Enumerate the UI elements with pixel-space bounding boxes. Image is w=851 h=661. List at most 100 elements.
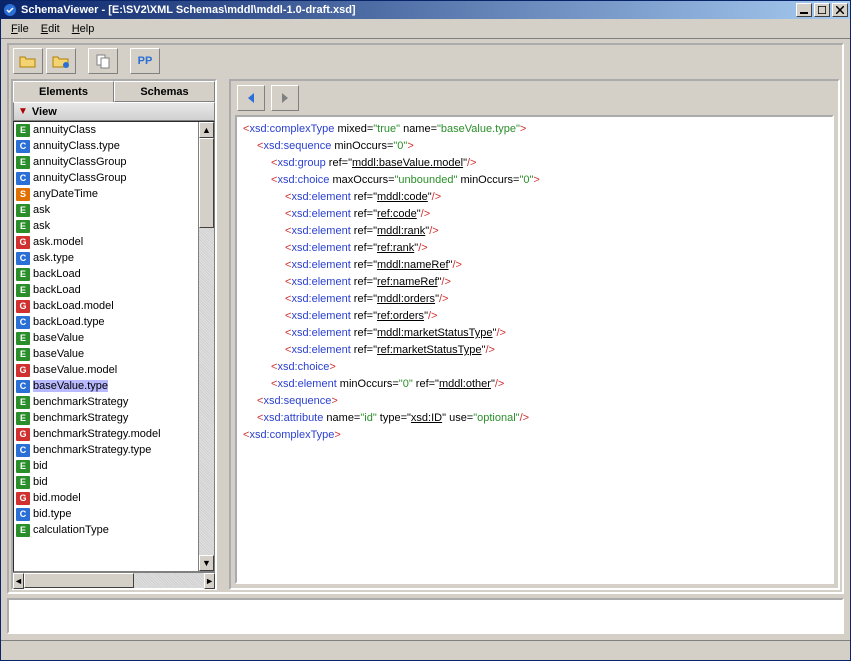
list-item[interactable]: Ebid <box>14 474 198 490</box>
list-item-label: backLoad <box>33 284 81 296</box>
code-line: <xsd:element ref="mddl:orders"/> <box>243 291 826 308</box>
scroll-down-button[interactable]: ▼ <box>199 555 214 571</box>
list-item-label: benchmarkStrategy.model <box>33 428 161 440</box>
right-pane: <xsd:complexType mixed="true" name="base… <box>229 79 840 590</box>
nav-forward-button[interactable] <box>271 85 299 111</box>
type-badge-icon: E <box>16 396 30 409</box>
code-line: <xsd:sequence minOccurs="0"> <box>243 138 826 155</box>
type-badge-icon: C <box>16 316 30 329</box>
list-item[interactable]: Cask.type <box>14 250 198 266</box>
type-badge-icon: S <box>16 188 30 201</box>
list-item-label: bid <box>33 460 48 472</box>
list-item[interactable]: EbaseValue <box>14 330 198 346</box>
splitter[interactable] <box>221 79 225 590</box>
vertical-scrollbar[interactable]: ▲ ▼ <box>198 122 214 571</box>
type-badge-icon: E <box>16 332 30 345</box>
open-schema-button[interactable] <box>46 48 76 74</box>
list-item[interactable]: Cbid.type <box>14 506 198 522</box>
code-pane[interactable]: <xsd:complexType mixed="true" name="base… <box>235 115 834 584</box>
list-item[interactable]: CannuityClass.type <box>14 138 198 154</box>
type-badge-icon: E <box>16 476 30 489</box>
nav-back-button[interactable] <box>237 85 265 111</box>
list-item-label: benchmarkStrategy.type <box>33 444 151 456</box>
tab-schemas[interactable]: Schemas <box>114 81 215 102</box>
type-badge-icon: C <box>16 140 30 153</box>
code-line: <xsd:element ref="mddl:marketStatusType"… <box>243 325 826 342</box>
menu-file[interactable]: File <box>5 21 35 36</box>
list-item[interactable]: Gask.model <box>14 234 198 250</box>
code-line: <xsd:group ref="mddl:baseValue.model"/> <box>243 155 826 172</box>
menu-edit[interactable]: Edit <box>35 21 66 36</box>
type-badge-icon: G <box>16 364 30 377</box>
type-badge-icon: E <box>16 460 30 473</box>
list-item[interactable]: CbackLoad.type <box>14 314 198 330</box>
type-badge-icon: E <box>16 204 30 217</box>
type-badge-icon: C <box>16 380 30 393</box>
list-item[interactable]: Ebid <box>14 458 198 474</box>
type-badge-icon: C <box>16 172 30 185</box>
horizontal-scrollbar[interactable]: ◄ ► <box>13 572 215 588</box>
list-item-label: anyDateTime <box>33 188 98 200</box>
list-item[interactable]: EannuityClass <box>14 122 198 138</box>
code-line: <xsd:element ref="ref:orders"/> <box>243 308 826 325</box>
list-item[interactable]: CbaseValue.type <box>14 378 198 394</box>
hscroll-track[interactable] <box>24 573 204 588</box>
list-item[interactable]: Gbid.model <box>14 490 198 506</box>
list-item-label: bid <box>33 476 48 488</box>
code-line: <xsd:choice> <box>243 359 826 376</box>
list-item[interactable]: SanyDateTime <box>14 186 198 202</box>
triangle-down-icon: ▼ <box>18 106 28 117</box>
list-item[interactable]: EbackLoad <box>14 282 198 298</box>
list-item[interactable]: GbenchmarkStrategy.model <box>14 426 198 442</box>
list-item[interactable]: Eask <box>14 218 198 234</box>
main-pane: Elements Schemas ▼ View EannuityClassCan… <box>9 77 842 592</box>
list-item[interactable]: GbaseValue.model <box>14 362 198 378</box>
app-window: SchemaViewer - [E:\SV2\XML Schemas\mddl\… <box>0 0 851 661</box>
list-item[interactable]: EbaseValue <box>14 346 198 362</box>
list-item[interactable]: EbenchmarkStrategy <box>14 410 198 426</box>
tab-elements[interactable]: Elements <box>13 81 114 102</box>
list-item-label: annuityClassGroup <box>33 172 127 184</box>
list-item[interactable]: EcalculationType <box>14 522 198 538</box>
type-badge-icon: C <box>16 252 30 265</box>
menubar: File Edit Help <box>1 19 850 39</box>
list-item[interactable]: CannuityClassGroup <box>14 170 198 186</box>
toolbar: PP <box>9 45 842 77</box>
view-label: View <box>32 106 57 118</box>
scroll-track[interactable] <box>199 138 214 555</box>
scroll-thumb[interactable] <box>199 138 214 228</box>
maximize-button[interactable] <box>814 3 830 17</box>
code-line: <xsd:element ref="mddl:code"/> <box>243 189 826 206</box>
code-line: <xsd:attribute name="id" type="xsd:ID" u… <box>243 410 826 427</box>
window-buttons <box>796 3 848 17</box>
view-header[interactable]: ▼ View <box>13 102 215 121</box>
left-pane: Elements Schemas ▼ View EannuityClassCan… <box>11 79 217 590</box>
pp-button[interactable]: PP <box>130 48 160 74</box>
list-item-label: benchmarkStrategy <box>33 412 128 424</box>
menu-help[interactable]: Help <box>66 21 101 36</box>
list-item[interactable]: GbackLoad.model <box>14 298 198 314</box>
scroll-left-button[interactable]: ◄ <box>13 573 24 589</box>
element-list-wrap: EannuityClassCannuityClass.typeEannuityC… <box>13 121 215 572</box>
list-item[interactable]: CbenchmarkStrategy.type <box>14 442 198 458</box>
list-item-label: baseValue.type <box>33 380 108 392</box>
scroll-right-button[interactable]: ► <box>204 573 215 589</box>
type-badge-icon: E <box>16 220 30 233</box>
copy-button[interactable] <box>88 48 118 74</box>
list-item[interactable]: EannuityClassGroup <box>14 154 198 170</box>
open-button[interactable] <box>13 48 43 74</box>
code-line: <xsd:choice maxOccurs="unbounded" minOcc… <box>243 172 826 189</box>
main-inset: PP Elements Schemas ▼ View EannuityClass… <box>7 43 844 594</box>
list-item[interactable]: Eask <box>14 202 198 218</box>
minimize-button[interactable] <box>796 3 812 17</box>
list-item-label: ask <box>33 204 50 216</box>
hscroll-thumb[interactable] <box>24 573 134 588</box>
list-item[interactable]: EbenchmarkStrategy <box>14 394 198 410</box>
type-badge-icon: E <box>16 348 30 361</box>
code-line: <xsd:element minOccurs="0" ref="mddl:oth… <box>243 376 826 393</box>
element-list[interactable]: EannuityClassCannuityClass.typeEannuityC… <box>14 122 198 571</box>
scroll-up-button[interactable]: ▲ <box>199 122 214 138</box>
type-badge-icon: E <box>16 524 30 537</box>
close-button[interactable] <box>832 3 848 17</box>
list-item[interactable]: EbackLoad <box>14 266 198 282</box>
